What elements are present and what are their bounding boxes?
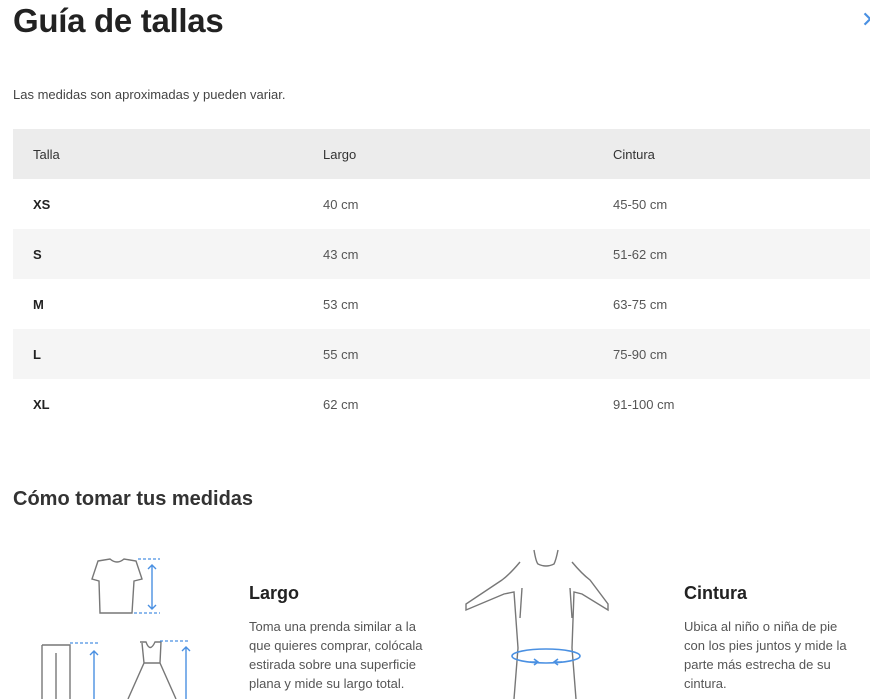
cintura-text-line: con los pies juntos y mide la	[684, 638, 847, 653]
cintura-title: Cintura	[684, 583, 747, 603]
disclaimer-text: Las medidas son aproximadas y pueden var…	[13, 87, 286, 102]
size-cell: S	[33, 246, 42, 262]
length-cell: 55 cm	[323, 346, 359, 362]
largo-text-line: plana y mide su largo total.	[249, 676, 405, 691]
cintura-text-line: parte más estrecha de su	[684, 657, 831, 672]
waist-cell: 45-50 cm	[613, 196, 668, 212]
cintura-instructions: Ubica al niño o niña de pie con los pies…	[684, 617, 870, 693]
page-title: Guía de tallas	[13, 2, 224, 39]
size-table: Talla Largo Cintura XS 40 cm 45-50 cm S …	[13, 129, 870, 429]
length-cell: 53 cm	[323, 296, 359, 312]
waist-cell: 91-100 cm	[613, 396, 675, 412]
body-measure-illustration	[465, 549, 609, 699]
length-cell: 40 cm	[323, 196, 359, 212]
largo-text-line: Toma una prenda similar a la	[249, 619, 416, 634]
size-cell: XL	[33, 396, 50, 412]
cintura-text-line: cintura.	[684, 676, 727, 691]
column-header-waist: Cintura	[613, 146, 655, 162]
largo-text-line: que quieres comprar, colócala	[249, 638, 423, 653]
largo-title: Largo	[249, 583, 300, 603]
table-row: XL 62 cm 91-100 cm	[13, 379, 870, 429]
table-header-row: Talla Largo Cintura	[13, 129, 870, 179]
size-cell: L	[33, 346, 41, 362]
close-icon[interactable]: ✕	[861, 8, 870, 32]
table-row: L 55 cm 75-90 cm	[13, 329, 870, 379]
size-cell: XS	[33, 196, 51, 212]
size-cell: M	[33, 296, 44, 312]
howto-heading: Cómo tomar tus medidas	[13, 488, 254, 510]
waist-cell: 75-90 cm	[613, 346, 668, 362]
length-cell: 62 cm	[323, 396, 359, 412]
table-row: XS 40 cm 45-50 cm	[13, 179, 870, 229]
column-header-size: Talla	[33, 146, 60, 162]
length-cell: 43 cm	[323, 246, 359, 262]
waist-cell: 63-75 cm	[613, 296, 668, 312]
waist-cell: 51-62 cm	[613, 246, 668, 262]
table-row: M 53 cm 63-75 cm	[13, 279, 870, 329]
cintura-text-line: Ubica al niño o niña de pie	[684, 619, 838, 634]
largo-text-line: estirada sobre una superficie	[249, 657, 416, 672]
garment-measure-illustration	[41, 558, 191, 699]
column-header-length: Largo	[323, 146, 357, 162]
largo-instructions: Toma una prenda similar a la que quieres…	[249, 617, 459, 693]
table-row: S 43 cm 51-62 cm	[13, 229, 870, 279]
